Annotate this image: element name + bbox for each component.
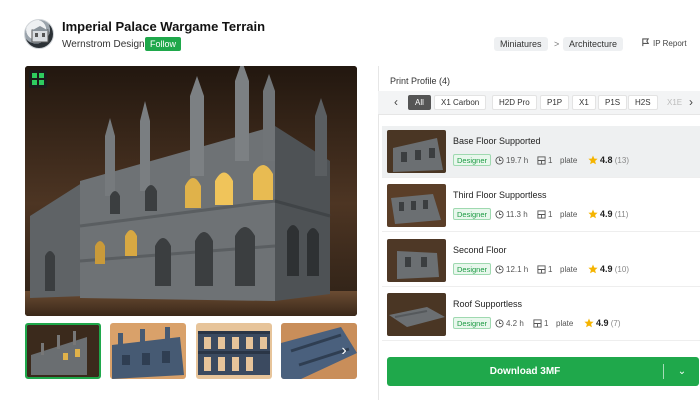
download-label: Download 3MF bbox=[489, 366, 561, 377]
rating: 4.9 (10) bbox=[588, 263, 629, 276]
ip-report-link[interactable]: IP Report bbox=[641, 37, 687, 51]
profile-item[interactable]: Third Floor Supportless Designer 11.3 h … bbox=[382, 180, 700, 232]
tab-p1p[interactable]: P1P bbox=[540, 95, 570, 110]
author-name[interactable]: Wernstrom Designs bbox=[62, 39, 150, 50]
tab-h2s[interactable]: H2S bbox=[628, 95, 658, 110]
clock-icon bbox=[495, 156, 504, 165]
rating-count: (13) bbox=[614, 156, 629, 165]
profile-name: Third Floor Supportless bbox=[453, 190, 547, 200]
print-time-value: 12.1 h bbox=[506, 265, 529, 274]
plate-icon bbox=[533, 319, 542, 328]
print-time: 11.3 h bbox=[495, 208, 528, 221]
plate-count-value: 1 bbox=[548, 156, 553, 165]
tab-all[interactable]: All bbox=[408, 95, 431, 110]
breadcrumb-miniatures[interactable]: Miniatures bbox=[494, 37, 548, 51]
print-time: 19.7 h bbox=[495, 154, 528, 167]
report-icon bbox=[642, 38, 650, 47]
avatar-building-icon bbox=[31, 26, 49, 43]
profile-meta: Designer 11.3 h 1 plate 4.9 (11) bbox=[453, 208, 693, 221]
gallery-thumb-1[interactable] bbox=[25, 323, 101, 379]
profile-name: Second Floor bbox=[453, 245, 507, 255]
gallery-next-button[interactable]: › bbox=[337, 342, 351, 360]
profile-name: Base Floor Supported bbox=[453, 136, 541, 146]
plate-label: plate bbox=[560, 265, 578, 274]
rating-value: 4.9 bbox=[596, 318, 609, 328]
rating-count: (11) bbox=[614, 210, 629, 219]
plate-count: 1 bbox=[537, 208, 552, 221]
gallery-thumb-3[interactable] bbox=[196, 323, 272, 379]
profile-meta: Designer 19.7 h 1 plate 4.8 (13) bbox=[453, 154, 693, 167]
designer-badge: Designer bbox=[453, 263, 492, 275]
plate-count-value: 1 bbox=[548, 210, 553, 219]
rating: 4.9 (7) bbox=[584, 317, 621, 330]
star-icon bbox=[588, 209, 598, 219]
rating: 4.8 (13) bbox=[588, 154, 629, 167]
tab-p1s[interactable]: P1S bbox=[598, 95, 628, 110]
rating-value: 4.9 bbox=[600, 264, 613, 274]
profile-thumbnail bbox=[387, 184, 446, 227]
author-avatar[interactable] bbox=[24, 19, 54, 49]
gallery-thumb-2[interactable] bbox=[110, 323, 186, 379]
profile-name: Roof Supportless bbox=[453, 299, 523, 309]
rating-count: (7) bbox=[610, 319, 621, 328]
rating-value: 4.8 bbox=[600, 155, 613, 165]
profile-item[interactable]: Roof Supportless Designer 4.2 h 1 plate … bbox=[382, 289, 700, 341]
print-time: 12.1 h bbox=[495, 263, 528, 276]
profile-item[interactable]: Base Floor Supported Designer 19.7 h 1 p… bbox=[382, 126, 700, 178]
print-time-value: 11.3 h bbox=[506, 210, 528, 219]
follow-button[interactable]: Follow bbox=[145, 37, 182, 51]
designer-badge: Designer bbox=[453, 208, 492, 220]
plate-count: 1 bbox=[533, 317, 548, 330]
plate-label: plate bbox=[556, 319, 574, 328]
download-divider bbox=[663, 364, 664, 379]
print-profile-panel bbox=[378, 66, 700, 400]
print-profile-title: Print Profile (4) bbox=[390, 76, 451, 86]
rating: 4.9 (11) bbox=[588, 208, 628, 221]
rating-count: (10) bbox=[614, 265, 629, 274]
profile-meta: Designer 4.2 h 1 plate 4.9 (7) bbox=[453, 317, 693, 330]
profile-thumbnail bbox=[387, 239, 446, 282]
tab-x1-carbon[interactable]: X1 Carbon bbox=[434, 95, 487, 110]
main-model-image[interactable] bbox=[25, 66, 357, 316]
plate-count-value: 1 bbox=[548, 265, 553, 274]
profile-meta: Designer 12.1 h 1 plate 4.9 (10) bbox=[453, 263, 693, 276]
designer-badge: Designer bbox=[453, 154, 492, 166]
print-time-value: 19.7 h bbox=[506, 156, 529, 165]
breadcrumb-separator: > bbox=[554, 39, 560, 49]
plate-icon bbox=[537, 156, 546, 165]
tabs-next-button[interactable]: › bbox=[684, 95, 698, 110]
star-icon bbox=[588, 155, 598, 165]
star-icon bbox=[588, 264, 598, 274]
designer-badge: Designer bbox=[453, 317, 492, 329]
profile-thumbnail bbox=[387, 293, 446, 336]
print-time-value: 4.2 h bbox=[506, 319, 524, 328]
download-3mf-button[interactable]: Download 3MF ⌄ bbox=[387, 357, 699, 386]
thumb-image bbox=[110, 323, 186, 379]
print-time: 4.2 h bbox=[495, 317, 524, 330]
clock-icon bbox=[495, 210, 504, 219]
star-icon bbox=[584, 318, 594, 328]
breadcrumb-architecture[interactable]: Architecture bbox=[563, 37, 624, 51]
model-title: Imperial Palace Wargame Terrain bbox=[62, 19, 266, 34]
plate-icon bbox=[537, 210, 546, 219]
thumb-image bbox=[27, 325, 99, 377]
profile-thumbnail bbox=[387, 130, 446, 173]
brand-logo-icon bbox=[29, 70, 47, 88]
clock-icon bbox=[495, 265, 504, 274]
plate-label: plate bbox=[560, 156, 578, 165]
clock-icon bbox=[495, 319, 504, 328]
plate-count: 1 bbox=[537, 263, 552, 276]
plate-count-value: 1 bbox=[544, 319, 549, 328]
tabs-prev-button[interactable]: ‹ bbox=[389, 95, 403, 110]
plate-count: 1 bbox=[537, 154, 552, 167]
thumb-image bbox=[196, 323, 272, 379]
tab-x1[interactable]: X1 bbox=[572, 95, 596, 110]
tab-h2d-pro[interactable]: H2D Pro bbox=[492, 95, 537, 110]
rating-value: 4.9 bbox=[600, 209, 613, 219]
ip-report-label: IP Report bbox=[653, 39, 687, 48]
profile-item[interactable]: Second Floor Designer 12.1 h 1 plate 4.9… bbox=[382, 235, 700, 287]
download-options-chevron-icon[interactable]: ⌄ bbox=[671, 357, 693, 386]
plate-label: plate bbox=[560, 210, 578, 219]
plate-icon bbox=[537, 265, 546, 274]
